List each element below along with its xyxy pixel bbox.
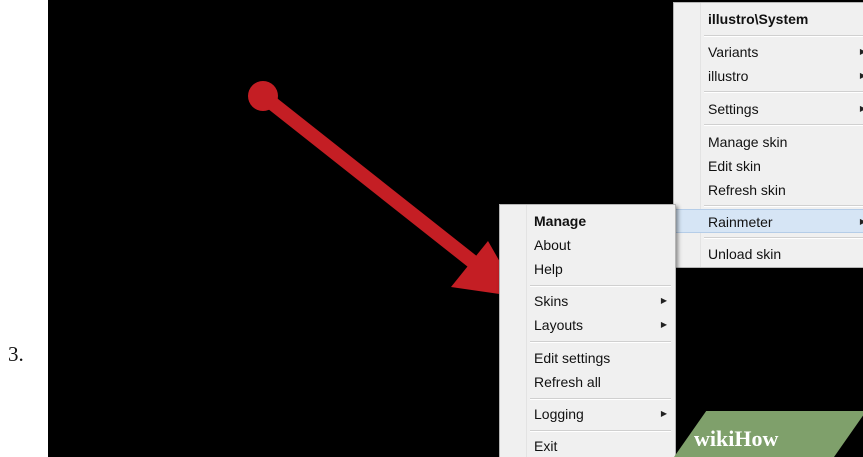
- menu-item-skins[interactable]: Skins ▶: [500, 289, 675, 313]
- menu-item-edit-skin[interactable]: Edit skin: [674, 154, 863, 178]
- menu-item-rainmeter[interactable]: Rainmeter ▶: [674, 209, 863, 233]
- separator: [704, 35, 863, 37]
- menu-item-label: Variants: [708, 44, 759, 60]
- step-number: 3.: [8, 342, 24, 366]
- menu-item-about[interactable]: About: [500, 233, 675, 257]
- separator: [530, 430, 671, 432]
- triangle-right-icon: ▶: [660, 409, 667, 418]
- menu-item-help[interactable]: Help: [500, 257, 675, 281]
- menu-item-label: Rainmeter: [708, 214, 773, 230]
- separator: [704, 237, 863, 239]
- menu-item-unload-skin[interactable]: Unload skin: [674, 242, 863, 266]
- menu-item-variants[interactable]: Variants ▶: [674, 40, 863, 64]
- skin-context-menu: illustro\System Variants ▶ illustro ▶ Se…: [673, 2, 863, 268]
- menu-item-settings[interactable]: Settings ▶: [674, 97, 863, 121]
- menu-item-refresh-skin[interactable]: Refresh skin: [674, 178, 863, 202]
- desktop-screenshot: illustro\System Variants ▶ illustro ▶ Se…: [48, 0, 863, 457]
- tray-context-menu: Manage About Help Skins ▶ Layouts ▶ Edit…: [499, 204, 676, 457]
- triangle-right-icon: ▶: [660, 296, 667, 305]
- menu-item-manage-skin[interactable]: Manage skin: [674, 130, 863, 154]
- separator: [530, 341, 671, 343]
- menu-item-label: Settings: [708, 101, 759, 117]
- menu-item-refresh-all[interactable]: Refresh all: [500, 370, 675, 394]
- menu-item-label: Layouts: [534, 317, 584, 333]
- separator: [530, 398, 671, 400]
- triangle-right-icon: ▶: [660, 320, 667, 329]
- menu-item-logging[interactable]: Logging ▶: [500, 402, 675, 426]
- menu-item-label: illustro: [708, 68, 749, 84]
- separator: [704, 91, 863, 93]
- separator: [704, 124, 863, 126]
- menu-item-label: Logging: [534, 406, 584, 422]
- menu-item-illustro[interactable]: illustro ▶: [674, 64, 863, 88]
- watermark-logo: wikiHow: [694, 426, 778, 452]
- menu-item-edit-settings[interactable]: Edit settings: [500, 346, 675, 370]
- menu-item-label: Skins: [534, 293, 569, 309]
- menu-item-layouts[interactable]: Layouts ▶: [500, 313, 675, 337]
- separator: [530, 285, 671, 287]
- watermark-wiki: wiki: [694, 426, 735, 451]
- watermark-how: How: [734, 426, 779, 451]
- menu-item-manage[interactable]: Manage: [500, 209, 675, 233]
- menu-item-exit[interactable]: Exit: [500, 434, 675, 457]
- menu-item-skin-title[interactable]: illustro\System: [674, 7, 863, 31]
- separator: [704, 205, 863, 207]
